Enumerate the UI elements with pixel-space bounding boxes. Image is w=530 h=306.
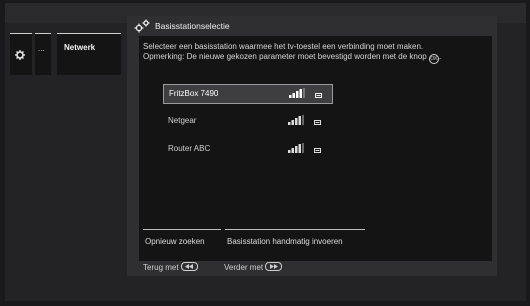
signal-strength-icon (289, 88, 305, 100)
station-name: Router ABC (168, 144, 211, 153)
rewind-button-icon (180, 262, 198, 271)
message-line-1: Selecteer een basisstation waarmee het t… (143, 42, 424, 51)
base-station-dialog: Basisstationselectie Selecteer een basis… (127, 16, 497, 276)
station-item-router-abc[interactable]: Router ABC (163, 140, 331, 158)
station-item-netgear[interactable]: Netgear (163, 112, 331, 130)
manual-entry-button[interactable]: Basisstation handmatig invoeren (225, 229, 365, 250)
message-line-2: Opmerking: De nieuwe gekozen parameter m… (143, 52, 427, 61)
breadcrumb-more-label: ... (38, 44, 45, 53)
gear-icon (15, 47, 25, 65)
next-label: Verder met (224, 263, 264, 272)
tv-screen: ... Netwerk Basisstationselectie Selecte… (5, 3, 526, 301)
breadcrumb-netwerk[interactable]: Netwerk (57, 33, 121, 75)
secured-network-icon (314, 118, 321, 127)
breadcrumb-more[interactable]: ... (35, 33, 51, 75)
action-bar: Opnieuw zoeken Basisstation handmatig in… (143, 229, 488, 249)
station-name: FritzBox 7490 (169, 89, 219, 98)
ok-button-icon: OK (428, 54, 439, 64)
breadcrumb-settings[interactable] (10, 33, 32, 75)
back-hint: Terug met (143, 262, 198, 272)
dialog-body: Selecteer een basisstation waarmee het t… (139, 36, 492, 261)
dialog-message: Selecteer een basisstation waarmee het t… (143, 42, 442, 64)
manual-entry-label: Basisstation handmatig invoeren (227, 237, 343, 246)
secured-network-icon (314, 146, 321, 155)
secured-network-icon (315, 91, 322, 100)
fast-forward-button-icon (265, 262, 283, 271)
rescan-label: Opnieuw zoeken (145, 237, 205, 246)
next-hint: Verder met (224, 262, 283, 272)
breadcrumb-netwerk-label: Netwerk (64, 43, 96, 52)
station-name: Netgear (168, 116, 197, 125)
signal-strength-icon (288, 115, 304, 127)
back-label: Terug met (143, 263, 179, 272)
signal-strength-icon (288, 143, 304, 155)
dialog-title: Basisstationselectie (155, 21, 230, 31)
station-item-fritzbox[interactable]: FritzBox 7490 (163, 84, 333, 104)
rescan-button[interactable]: Opnieuw zoeken (143, 229, 221, 250)
dialog-title-bar: Basisstationselectie (127, 16, 497, 36)
